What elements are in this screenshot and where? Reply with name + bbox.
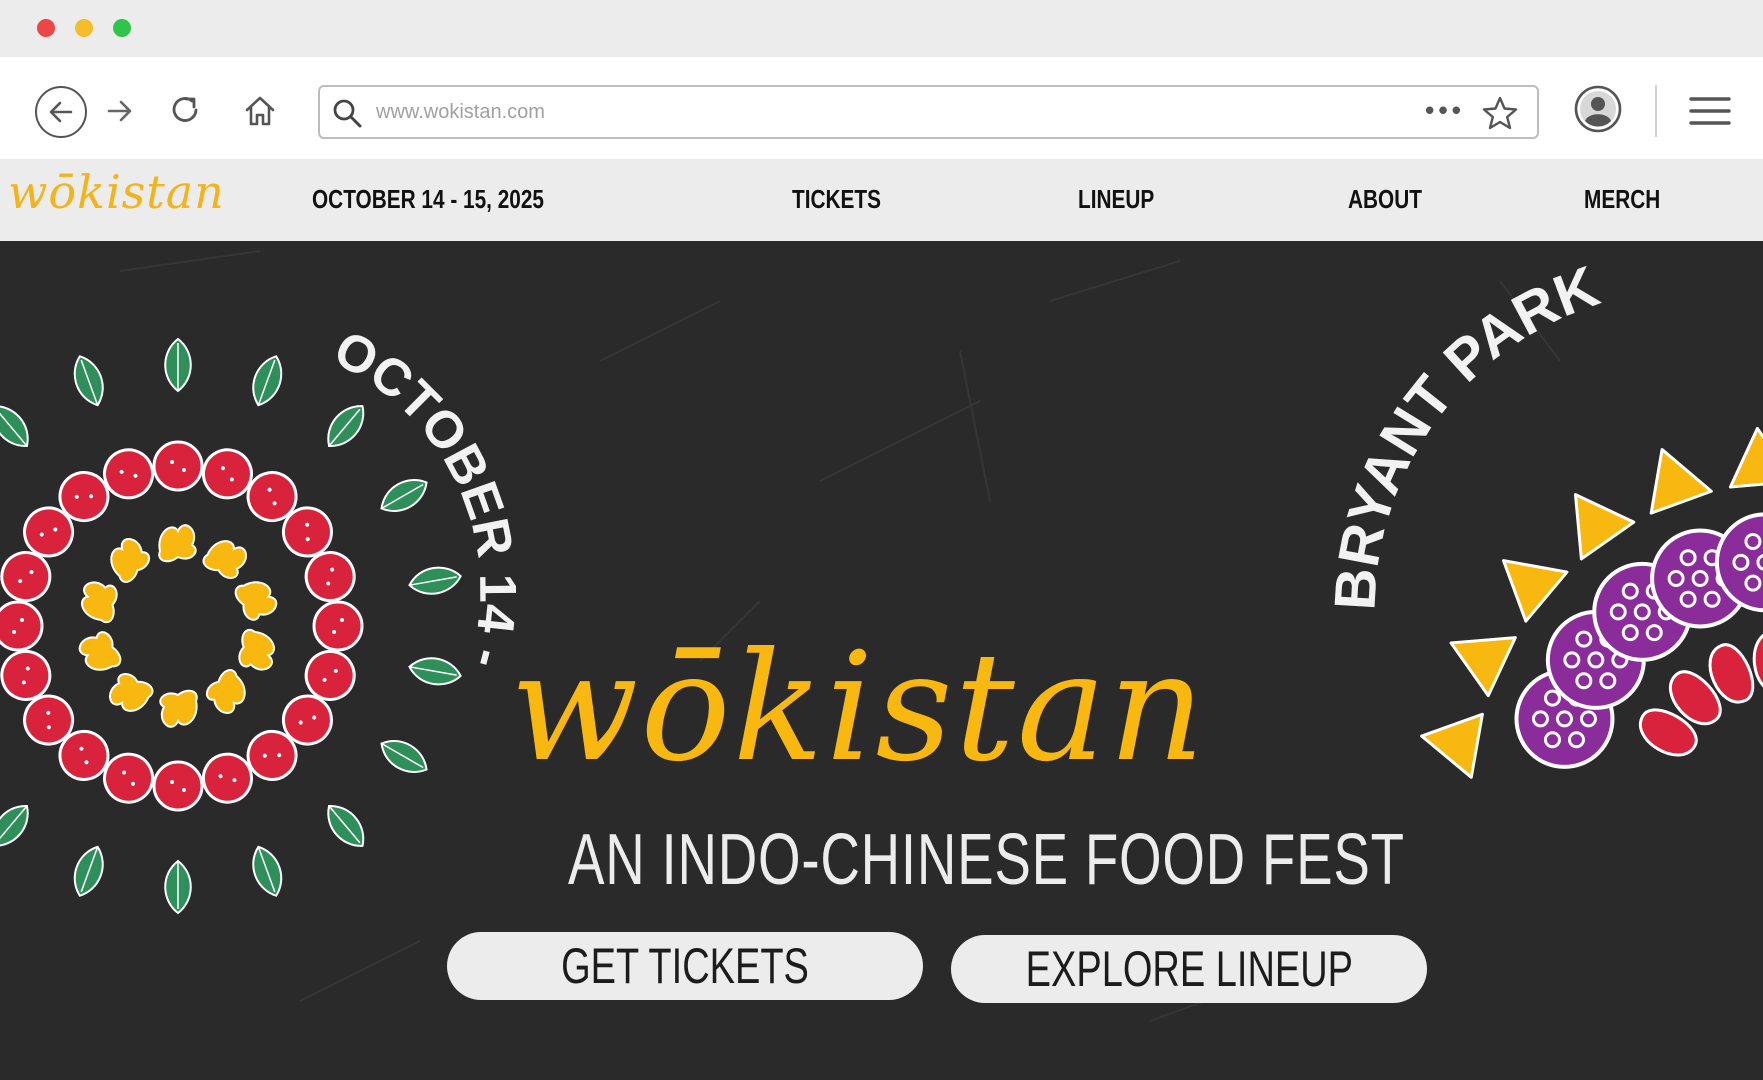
ginger-decoration [78, 631, 122, 671]
forward-button[interactable] [100, 91, 140, 131]
hero-banner: OCTOBER 14 - 15 BRYANT PARK wōkistan AN … [0, 241, 1763, 1080]
leaf-decoration [73, 355, 104, 407]
leaf-decoration [164, 859, 192, 915]
browser-toolbar: www.wokistan.com ••• [0, 57, 1763, 159]
leaf-decoration [327, 805, 365, 847]
nav-merch[interactable]: MERCH [1584, 184, 1660, 215]
leaf-decoration [252, 355, 283, 407]
menu-icon [1689, 97, 1731, 125]
star-icon[interactable] [1481, 95, 1519, 131]
ginger-decoration [202, 540, 247, 579]
hero-subtitle: AN INDO-CHINESE FOOD FEST [568, 820, 1405, 900]
samosa-decoration [1728, 426, 1763, 489]
leaf-decoration [380, 740, 428, 773]
left-mandala [0, 337, 462, 915]
strawberry-decoration [152, 760, 204, 812]
menu-button[interactable] [1688, 89, 1732, 133]
leaf-decoration [252, 845, 283, 897]
maximize-window-button[interactable] [113, 19, 131, 37]
leaf-decoration [408, 657, 462, 686]
nav-tickets[interactable]: TICKETS [792, 184, 881, 215]
ginger-decoration [81, 581, 118, 624]
back-button[interactable] [35, 86, 87, 138]
get-tickets-label: GET TICKETS [561, 938, 809, 994]
samosa-decoration [1449, 636, 1517, 698]
more-icon[interactable]: ••• [1421, 97, 1464, 127]
event-date: OCTOBER 14 - 15, 2025 [312, 184, 544, 214]
strawberry-decoration [312, 600, 364, 652]
leaf-decoration [327, 405, 365, 447]
samosa-decoration [1420, 712, 1484, 779]
hero-title: wōkistan [510, 621, 1207, 795]
explore-lineup-button[interactable]: EXPLORE LINEUP [951, 935, 1427, 1003]
leaf-decoration [164, 337, 192, 393]
forward-icon [107, 100, 132, 122]
home-button[interactable] [238, 89, 282, 133]
leaf-decoration [73, 845, 104, 897]
site-nav: wōkistan OCTOBER 14 - 15, 2025 TICKETS L… [0, 159, 1763, 241]
nav-lineup[interactable]: LINEUP [1078, 184, 1154, 215]
minimize-window-button[interactable] [75, 19, 93, 37]
site-logo[interactable]: wōkistan [8, 165, 225, 219]
window-titlebar [0, 0, 1763, 57]
samosa-decoration [1649, 448, 1713, 515]
strawberry-decoration [152, 440, 204, 492]
account-icon [1574, 85, 1622, 133]
arc-location-text: BRYANT PARK [1322, 254, 1607, 612]
ginger-decoration [159, 689, 198, 728]
nav-about[interactable]: ABOUT [1348, 184, 1422, 215]
samosa-decoration [1501, 559, 1569, 623]
ginger-decoration [206, 669, 246, 714]
strawberry-decoration [0, 600, 44, 652]
back-icon [49, 101, 73, 123]
get-tickets-button[interactable]: GET TICKETS [447, 932, 923, 1000]
reload-button[interactable] [163, 89, 207, 133]
samosa-decoration [1573, 493, 1636, 561]
ginger-decoration [238, 628, 275, 671]
ginger-decoration [109, 673, 154, 712]
leaf-decoration [0, 405, 29, 447]
address-bar[interactable]: www.wokistan.com ••• [318, 85, 1539, 139]
leaf-decoration [408, 566, 462, 595]
search-icon [333, 99, 362, 128]
explore-lineup-label: EXPLORE LINEUP [1025, 941, 1353, 997]
reload-icon [172, 97, 198, 122]
ginger-decoration [110, 538, 150, 583]
close-window-button[interactable] [37, 19, 55, 37]
url-text[interactable]: www.wokistan.com [376, 101, 545, 124]
ginger-decoration [158, 524, 197, 563]
toolbar-separator [1655, 85, 1657, 137]
leaf-decoration [380, 479, 428, 512]
right-mandala [1420, 426, 1763, 779]
account-button[interactable] [1572, 83, 1624, 135]
leaf-decoration [0, 805, 29, 847]
home-icon [245, 96, 275, 126]
ginger-decoration [234, 581, 278, 621]
